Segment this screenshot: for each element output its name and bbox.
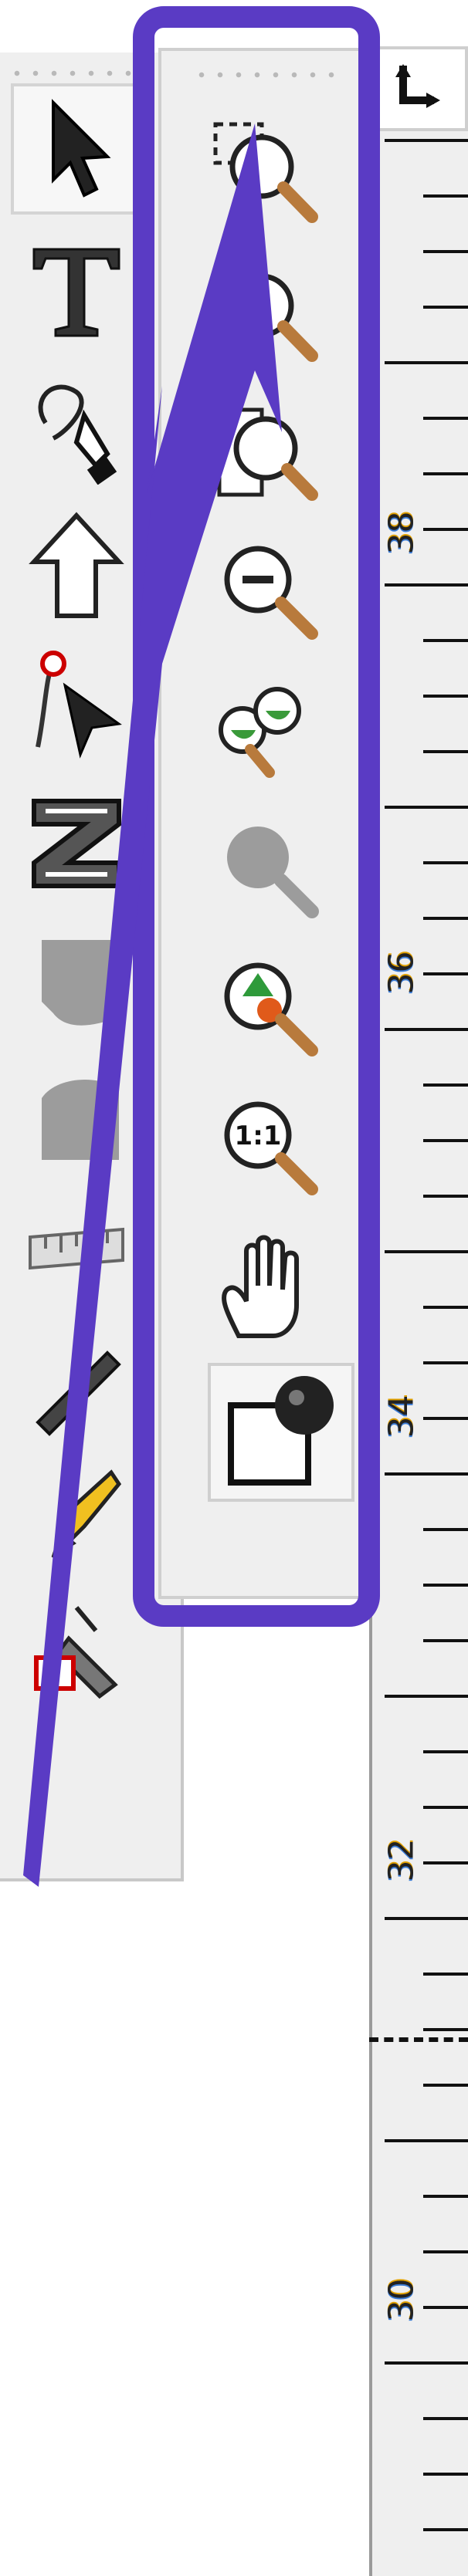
ruler-tick [423, 1083, 468, 1087]
ruler-tick [385, 361, 468, 364]
arrow-pointer-icon [52, 99, 111, 198]
node-edit-icon [36, 651, 122, 759]
text-tool-button[interactable] [11, 222, 142, 353]
ruler-tick [423, 1195, 468, 1198]
node-tool-button[interactable] [11, 639, 142, 770]
pen-tool-icon [38, 384, 117, 485]
ruler-tick [423, 1361, 468, 1364]
ruler-tick [423, 1417, 468, 1420]
measure-tool-button[interactable] [11, 1187, 142, 1318]
zigzag-icon [32, 799, 121, 888]
pencil-icon [51, 1469, 122, 1559]
shape-gray-icon [42, 1080, 119, 1160]
text-tool-icon [32, 248, 120, 337]
ruler-tick [385, 2139, 468, 2142]
ruler-tick [423, 1973, 468, 1976]
ruler-tick [423, 1584, 468, 1587]
arrow-tool-button[interactable] [11, 500, 142, 631]
ruler-tick [423, 1639, 468, 1642]
ruler-tick [423, 1306, 468, 1309]
ruler-tick [423, 2084, 468, 2087]
ruler-tick [385, 1917, 468, 1920]
ruler-tick [423, 639, 468, 642]
calligraphy-tool-button[interactable] [11, 1318, 142, 1449]
ruler-tick [423, 194, 468, 198]
ruler-tick [385, 806, 468, 809]
pen-tool-button[interactable] [11, 361, 142, 492]
ruler-tick [423, 2306, 468, 2309]
arrow-up-icon [29, 512, 124, 618]
ruler-tick [385, 1472, 468, 1476]
ruler-tick [385, 1695, 468, 1698]
highlight-box [133, 6, 380, 1627]
ruler-tick [385, 583, 468, 587]
ruler-tick [423, 861, 468, 864]
ruler-tick [385, 139, 468, 142]
shape-tool-button-2[interactable] [11, 1056, 142, 1187]
ruler-label: 38 [382, 511, 422, 555]
ruler-icon [29, 1227, 124, 1270]
eraser-icon [34, 1606, 118, 1699]
calligraphy-icon [36, 1351, 121, 1436]
ruler-tick [423, 695, 468, 698]
zigzag-tool-button[interactable] [11, 778, 142, 909]
ruler-tick [423, 306, 468, 309]
ruler-tick [423, 917, 468, 920]
ruler-tick [423, 2528, 468, 2531]
ruler-tick [423, 2250, 468, 2253]
ruler-tick [423, 2195, 468, 2198]
ruler-tick [385, 1250, 468, 1253]
pencil-tool-button[interactable] [11, 1449, 142, 1580]
shape-gray-icon [42, 940, 119, 1026]
ruler-tick [423, 2473, 468, 2476]
ruler-ticks [369, 0, 468, 2576]
ruler-tick [423, 750, 468, 753]
ruler-tick [423, 528, 468, 531]
ruler-tick [423, 417, 468, 420]
ruler-label: 34 [382, 1394, 422, 1438]
ruler-tick [423, 472, 468, 475]
ruler-tick [423, 2417, 468, 2420]
ruler-tick [423, 1806, 468, 1809]
ruler-guide-line [369, 2037, 468, 2042]
ruler-tick [385, 1028, 468, 1031]
ruler-tick [423, 1750, 468, 1753]
ruler-tick [423, 1861, 468, 1864]
ruler-label: 32 [382, 1838, 422, 1882]
ruler-tick [385, 2361, 468, 2365]
ruler-label: 30 [382, 2278, 422, 2322]
eraser-tool-button[interactable] [11, 1580, 142, 1712]
shape-tool-button[interactable] [11, 917, 142, 1048]
ruler-tick [423, 250, 468, 253]
ruler-label: 36 [382, 951, 422, 995]
selector-tool-button[interactable] [11, 83, 142, 215]
ruler-tick [423, 1528, 468, 1531]
ruler-tick [423, 2028, 468, 2031]
ruler-tick [423, 1139, 468, 1142]
ruler-tick [423, 972, 468, 975]
